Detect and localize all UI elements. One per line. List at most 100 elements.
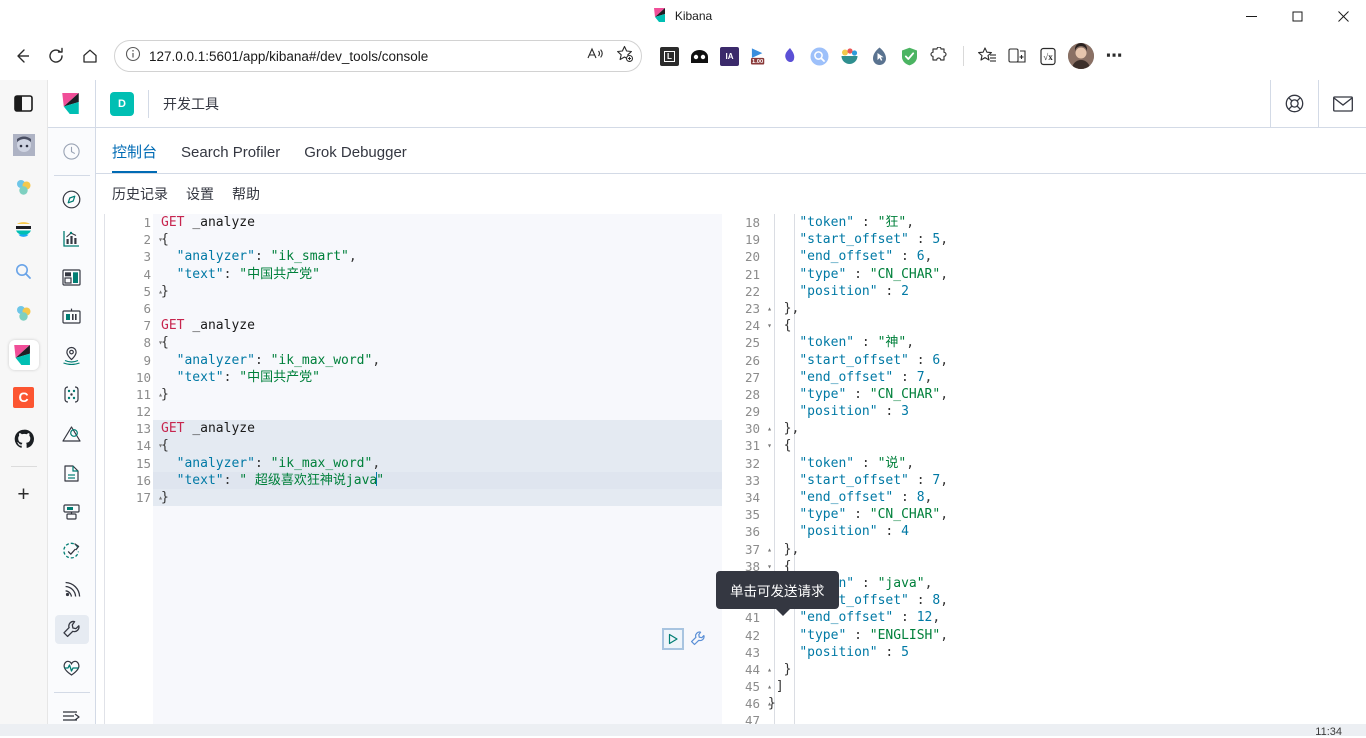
tab-grok-debugger[interactable]: Grok Debugger — [304, 145, 407, 173]
rail-tab-csdn-label: C — [13, 387, 34, 408]
rail-tab-elastic[interactable] — [9, 214, 39, 244]
extension-strip: L IA 1.00 — [660, 43, 1360, 69]
code-token: "text" — [177, 267, 224, 282]
rail-tab-bubbles2[interactable] — [9, 298, 39, 328]
help-lifebuoy-icon[interactable] — [1270, 80, 1318, 128]
sublink-settings[interactable]: 设置 — [186, 184, 214, 204]
code-token: " 超级喜欢狂神说java — [239, 473, 377, 488]
extension-purple-drop-icon[interactable] — [780, 47, 799, 66]
space-badge[interactable]: D — [110, 92, 134, 116]
nav-recently-viewed[interactable] — [55, 137, 89, 166]
nav-discover[interactable] — [55, 185, 89, 214]
code-token: "CN_CHAR" — [870, 387, 940, 402]
rail-tab-search[interactable] — [9, 256, 39, 286]
tab-console[interactable]: 控制台 — [112, 145, 157, 173]
code-token: "end_offset" — [799, 370, 893, 385]
add-favorite-icon[interactable] — [616, 45, 633, 67]
code-line: } — [161, 386, 722, 403]
extension-colorpick-icon[interactable] — [840, 47, 859, 66]
request-code[interactable]: GET _analyze{ "analyzer": "ik_smart", "t… — [161, 214, 722, 506]
line-number: 6 — [105, 300, 153, 317]
nav-monitoring[interactable] — [55, 654, 89, 683]
nav-siem[interactable] — [55, 576, 89, 605]
extension-search-icon[interactable] — [810, 47, 829, 66]
rail-tab-anime[interactable] — [9, 130, 39, 160]
code-token — [161, 456, 177, 471]
wrench-options-icon[interactable] — [688, 629, 708, 649]
site-info-icon[interactable] — [125, 46, 141, 67]
code-token: "end_offset" — [799, 610, 893, 625]
line-number: 32 — [722, 455, 762, 472]
close-button[interactable] — [1320, 0, 1366, 32]
collections-icon[interactable] — [978, 47, 997, 66]
nav-uptime[interactable] — [55, 537, 89, 566]
code-line: "text": "中国共产党" — [161, 369, 722, 386]
rail-tab-github[interactable] — [9, 424, 39, 454]
newsfeed-mail-icon[interactable] — [1318, 80, 1366, 128]
console-subbar: 历史记录 设置 帮助 — [96, 174, 1366, 214]
more-settings-icon[interactable]: ⋯ — [1105, 47, 1124, 66]
extension-ia-icon[interactable]: IA — [720, 47, 739, 66]
math-solver-icon[interactable]: √x — [1038, 47, 1057, 66]
code-token — [768, 232, 799, 247]
address-bar[interactable]: 127.0.0.1:5601/app/kibana#/dev_tools/con… — [114, 40, 642, 72]
home-icon[interactable] — [74, 40, 106, 72]
kibana-header-actions — [1270, 80, 1366, 128]
code-token: : — [255, 249, 271, 264]
code-token: , — [349, 249, 357, 264]
nav-logs[interactable] — [55, 458, 89, 487]
rail-tab-csdn[interactable]: C — [9, 382, 39, 412]
rail-tab-kibana[interactable] — [9, 340, 39, 370]
extension-puzzle-icon[interactable] — [930, 47, 949, 66]
line-number: 18 — [722, 214, 762, 231]
code-token: : — [846, 267, 869, 282]
maximize-button[interactable] — [1274, 0, 1320, 32]
extension-shield-green-icon[interactable] — [900, 47, 919, 66]
request-editor[interactable]: 12▾345▴678▾91011▴121314▾151617▴ GET _ana… — [104, 214, 722, 736]
response-viewer[interactable]: 181920212223▴24▾252627282930▴31▾32333435… — [722, 214, 1366, 736]
tab-search-profiler[interactable]: Search Profiler — [181, 145, 280, 173]
rail-tab-bubbles[interactable] — [9, 172, 39, 202]
nav-dashboard[interactable] — [55, 263, 89, 292]
new-tab-button[interactable]: + — [9, 479, 39, 509]
sublink-help[interactable]: 帮助 — [232, 184, 260, 204]
nav-apm[interactable] — [55, 498, 89, 527]
code-token: : — [224, 473, 240, 488]
code-token: "start_offset" — [799, 232, 909, 247]
reload-icon[interactable] — [40, 40, 72, 72]
line-number: 43 — [722, 644, 762, 661]
kibana-body: 控制台 Search Profiler Grok Debugger 历史记录 设… — [48, 128, 1366, 736]
nav-canvas[interactable] — [55, 302, 89, 331]
profile-avatar[interactable] — [1068, 43, 1094, 69]
sublink-history[interactable]: 历史记录 — [112, 184, 168, 204]
code-token — [768, 370, 799, 385]
extension-video-speed-icon[interactable]: 1.00 — [750, 47, 769, 66]
extension-cursor-icon[interactable] — [870, 47, 889, 66]
extension-lastpass-icon[interactable]: L — [660, 47, 679, 66]
address-bar-url[interactable]: 127.0.0.1:5601/app/kibana#/dev_tools/con… — [149, 49, 579, 64]
code-line: { — [161, 231, 722, 248]
extension-adblock-icon[interactable] — [690, 47, 709, 66]
read-aloud-icon[interactable] — [587, 46, 604, 66]
nav-visualize[interactable] — [55, 224, 89, 253]
kibana-logo[interactable] — [48, 80, 96, 128]
nav-machine-learning[interactable] — [55, 380, 89, 409]
kibana-side-nav — [48, 128, 96, 736]
rail-tab-actions[interactable] — [9, 88, 39, 118]
code-token: , — [925, 490, 933, 505]
code-token: "type" — [799, 267, 846, 282]
code-token: , — [940, 353, 948, 368]
code-line: } — [161, 489, 722, 506]
minimize-button[interactable] — [1228, 0, 1274, 32]
code-line: "position" : 5 — [768, 644, 1366, 661]
nav-maps[interactable] — [55, 341, 89, 370]
nav-dev-tools[interactable] — [55, 615, 89, 644]
breadcrumb[interactable]: 开发工具 — [163, 94, 219, 114]
split-screen-icon[interactable] — [1008, 47, 1027, 66]
back-arrow-icon[interactable] — [6, 40, 38, 72]
play-send-request-icon[interactable] — [662, 628, 684, 650]
code-token: "狂" — [878, 215, 907, 230]
code-token: : — [909, 473, 932, 488]
nav-infrastructure[interactable] — [55, 419, 89, 448]
kibana-favicon — [654, 8, 667, 25]
